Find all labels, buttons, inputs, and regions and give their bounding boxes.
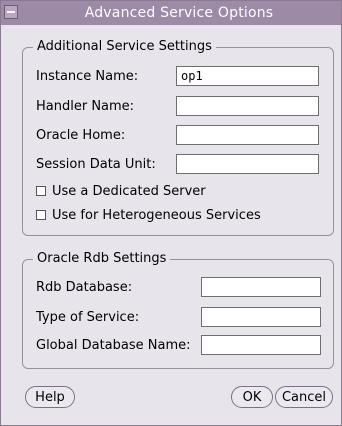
rdb-settings-legend: Oracle Rdb Settings [33,251,171,267]
cancel-button[interactable]: Cancel [275,386,333,408]
dialog-window: Advanced Service Options Additional Serv… [0,0,342,426]
instance-name-label: Instance Name: [36,69,139,84]
instance-name-input[interactable] [176,66,319,86]
global-database-name-label: Global Database Name: [36,338,191,353]
instance-name-row: Instance Name: [23,66,333,88]
oracle-home-label: Oracle Home: [36,128,126,143]
handler-name-input[interactable] [176,96,319,116]
oracle-home-input[interactable] [176,125,319,145]
dedicated-server-checkbox[interactable]: Use a Dedicated Server [36,182,206,200]
rdb-database-row: Rdb Database: [23,277,333,299]
type-of-service-row: Type of Service: [23,307,333,329]
type-of-service-input[interactable] [201,307,321,327]
global-database-name-row: Global Database Name: [23,335,333,357]
oracle-rdb-settings-group: Oracle Rdb Settings Rdb Database: Type o… [22,251,334,369]
heterogeneous-services-label: Use for Heterogeneous Services [52,207,261,223]
handler-name-row: Handler Name: [23,96,333,118]
additional-service-settings-group: Additional Service Settings Instance Nam… [22,39,334,236]
session-data-unit-input[interactable] [176,154,319,174]
rdb-database-input[interactable] [201,277,321,297]
additional-settings-legend: Additional Service Settings [33,39,216,55]
rdb-database-label: Rdb Database: [36,280,133,295]
heterogeneous-services-checkbox[interactable]: Use for Heterogeneous Services [36,206,261,224]
help-button[interactable]: Help [25,386,75,408]
dedicated-server-label: Use a Dedicated Server [52,183,206,199]
session-data-unit-label: Session Data Unit: [36,157,156,172]
oracle-home-row: Oracle Home: [23,125,333,147]
title-bar[interactable]: Advanced Service Options [1,1,341,25]
dedicated-server-checkbox-box[interactable] [36,186,46,196]
session-data-unit-row: Session Data Unit: [23,154,333,176]
window-title: Advanced Service Options [84,5,274,21]
heterogeneous-services-checkbox-box[interactable] [36,210,46,220]
ok-button[interactable]: OK [231,386,273,408]
handler-name-label: Handler Name: [36,99,135,114]
type-of-service-label: Type of Service: [36,310,140,325]
window-menu-icon[interactable] [4,5,18,19]
global-database-name-input[interactable] [201,335,321,355]
